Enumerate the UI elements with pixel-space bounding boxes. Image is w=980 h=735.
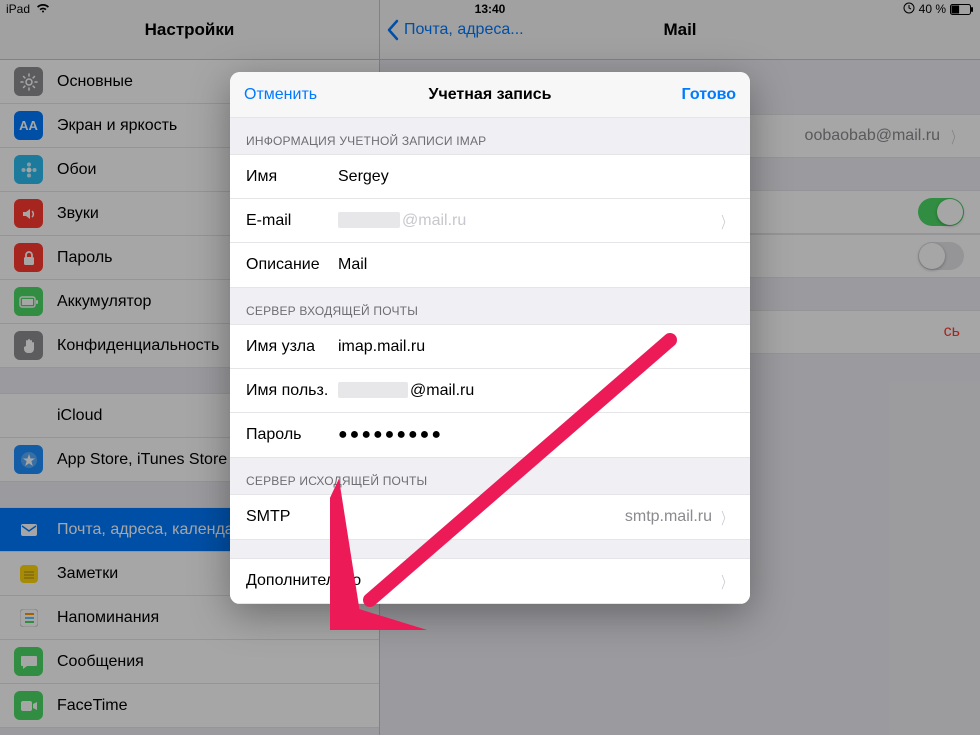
host-cell[interactable]: Имя узла imap.mail.ru: [230, 325, 750, 369]
smtp-value: smtp.mail.ru: [625, 508, 712, 526]
password-cell[interactable]: Пароль ●●●●●●●●●: [230, 413, 750, 457]
done-button[interactable]: Готово: [668, 72, 750, 117]
email-label: E-mail: [246, 212, 338, 230]
advanced-label: Дополнительно: [246, 572, 361, 590]
name-label: Имя: [246, 168, 338, 186]
host-label: Имя узла: [246, 338, 338, 356]
modal-title: Учетная запись: [429, 86, 552, 104]
section-outgoing: СЕРВЕР ИСХОДЯЩЕЙ ПОЧТЫ: [230, 458, 750, 494]
name-value[interactable]: Sergey: [338, 168, 734, 186]
host-value[interactable]: imap.mail.ru: [338, 338, 734, 356]
description-value[interactable]: Mail: [338, 256, 734, 274]
account-modal: Отменить Учетная запись Готово ИНФОРМАЦИ…: [230, 72, 750, 604]
chevron-right-icon: 〉: [721, 569, 731, 593]
section-incoming: СЕРВЕР ВХОДЯЩЕЙ ПОЧТЫ: [230, 288, 750, 324]
description-label: Описание: [246, 256, 338, 274]
email-cell[interactable]: E-mail @mail.ru 〉: [230, 199, 750, 243]
section-imap-info: ИНФОРМАЦИЯ УЧЕТНОЙ ЗАПИСИ IMAP: [230, 118, 750, 154]
email-value[interactable]: @mail.ru: [338, 212, 712, 230]
smtp-cell[interactable]: SMTP smtp.mail.ru 〉: [230, 495, 750, 539]
username-cell[interactable]: Имя польз. @mail.ru: [230, 369, 750, 413]
password-value[interactable]: ●●●●●●●●●: [338, 426, 734, 444]
modal-header: Отменить Учетная запись Готово: [230, 72, 750, 118]
name-cell[interactable]: Имя Sergey: [230, 155, 750, 199]
chevron-right-icon: 〉: [721, 505, 731, 529]
description-cell[interactable]: Описание Mail: [230, 243, 750, 287]
username-label: Имя польз.: [246, 382, 338, 400]
username-value[interactable]: @mail.ru: [338, 382, 734, 400]
smtp-label: SMTP: [246, 508, 338, 526]
password-label: Пароль: [246, 426, 338, 444]
chevron-right-icon: 〉: [721, 209, 731, 233]
cancel-button[interactable]: Отменить: [230, 72, 331, 117]
advanced-cell[interactable]: Дополнительно 〉: [230, 559, 750, 603]
modal-body: ИНФОРМАЦИЯ УЧЕТНОЙ ЗАПИСИ IMAP Имя Serge…: [230, 118, 750, 604]
